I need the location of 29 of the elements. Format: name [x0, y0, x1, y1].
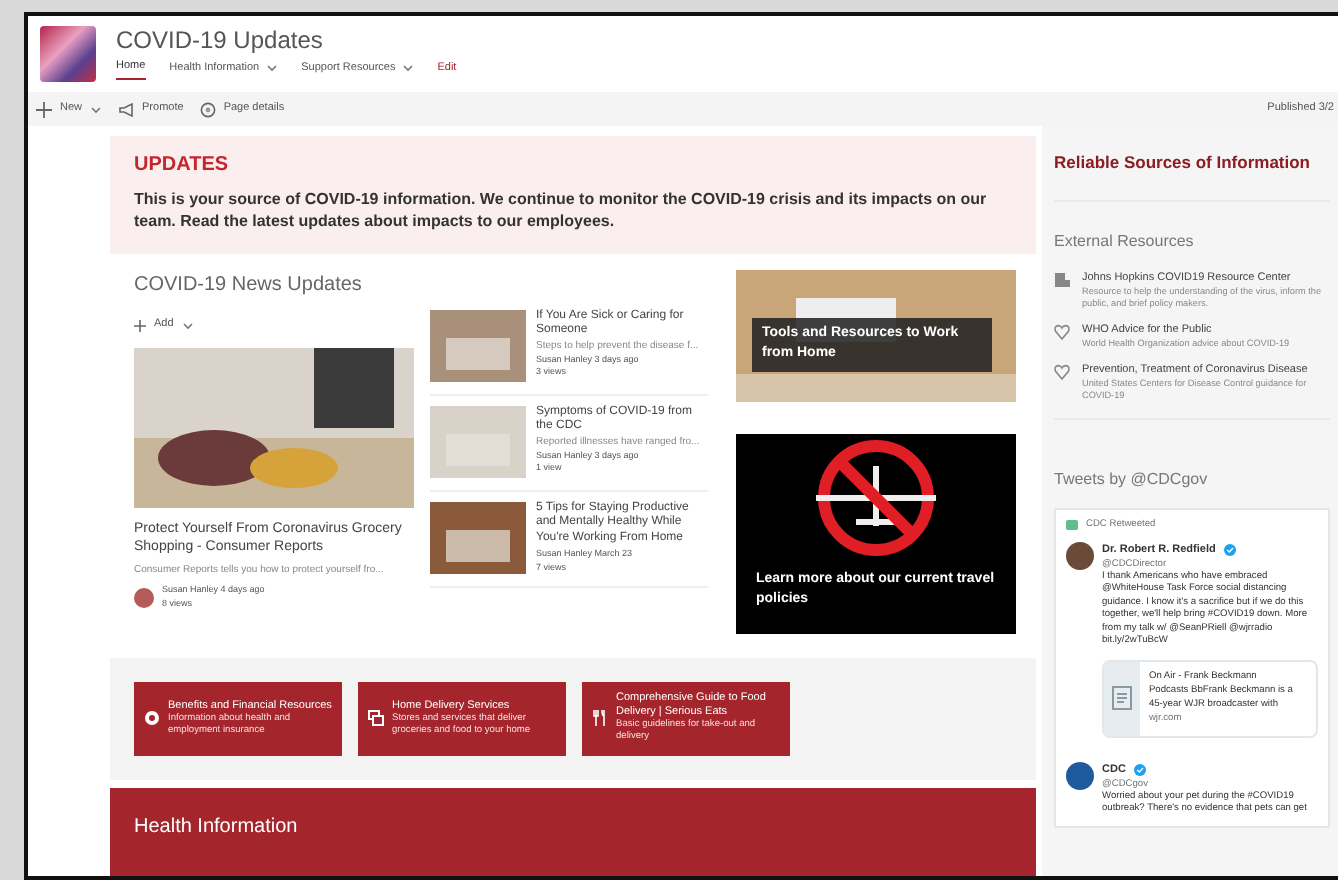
building-icon	[1054, 271, 1070, 288]
plus-icon	[134, 319, 146, 332]
photo-placeholder	[430, 501, 526, 574]
retweet-icon	[1066, 520, 1078, 531]
section-title: COVID-19 News Updates	[134, 271, 364, 300]
caret-icon	[181, 321, 194, 330]
document-icon	[1112, 686, 1133, 711]
utensils-icon	[592, 710, 608, 727]
avatar-icon	[134, 588, 154, 609]
heart-icon	[1054, 323, 1070, 340]
section-band: Health Information	[110, 787, 1036, 876]
megaphone-icon	[118, 101, 135, 117]
sidebar-heading: Reliable Sources of Information	[1054, 150, 1312, 176]
photo-placeholder	[430, 405, 526, 478]
updates-heading: UPDATES	[134, 154, 231, 178]
site-logo	[40, 26, 96, 82]
sidebar-subheading: External Resources	[1054, 229, 1196, 254]
avatar-icon	[1066, 541, 1094, 570]
photo-placeholder	[430, 309, 526, 382]
plus-icon	[36, 101, 52, 117]
site-title: COVID-19 Updates	[116, 28, 325, 55]
sidebar-subheading: Tweets by @CDCgov	[1054, 468, 1210, 493]
updates-text: This is your source of COVID-19 information. We continue to monitor the COVID-19 crisis and its impacts on our team. Read the latest updates about impacts to our employees.	[134, 190, 989, 234]
heart-icon	[1054, 364, 1070, 381]
windows-icon	[368, 710, 384, 727]
no-flights-drawing	[812, 437, 940, 558]
avatar-icon	[1066, 761, 1094, 790]
lifebuoy-icon	[144, 710, 160, 727]
gear-icon	[199, 101, 216, 117]
